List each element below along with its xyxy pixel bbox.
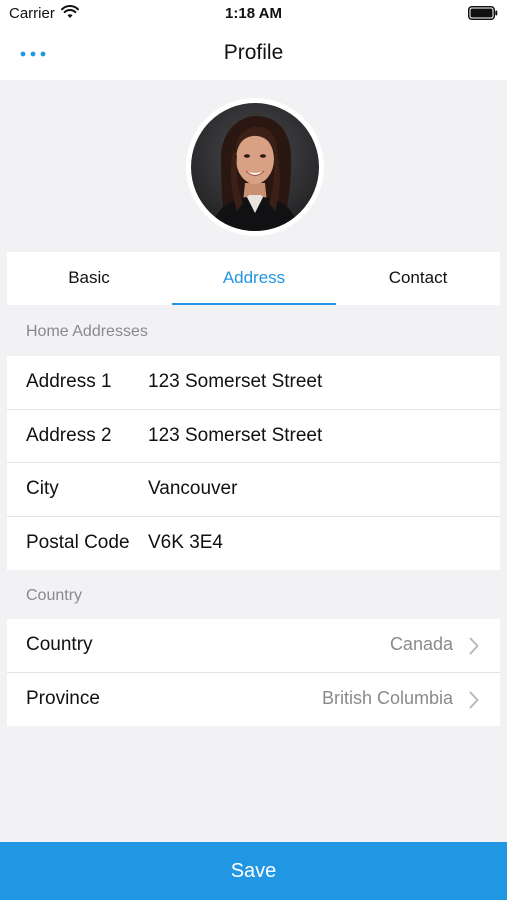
postal-code-row: Postal Code: [7, 517, 500, 571]
home-addresses-group: Address 1 Address 2 City Postal Code: [7, 356, 500, 570]
address-1-input[interactable]: [148, 371, 478, 393]
province-value: British Columbia: [321, 687, 453, 708]
tab-basic[interactable]: Basic: [7, 252, 171, 305]
chevron-right-icon: [469, 637, 479, 655]
country-label: Country: [26, 634, 93, 655]
address-1-row: Address 1: [7, 356, 500, 410]
address-2-row: Address 2: [7, 410, 500, 463]
country-value: Canada: [389, 634, 453, 654]
navigation-bar: Profile: [0, 28, 507, 80]
tab-contact[interactable]: Contact: [336, 252, 500, 305]
avatar[interactable]: [191, 103, 319, 231]
postal-code-label: Postal Code: [26, 531, 130, 553]
province-picker-row[interactable]: Province British Columbia: [7, 673, 500, 727]
save-button[interactable]: Save: [0, 842, 507, 900]
tab-address[interactable]: Address: [172, 252, 336, 305]
country-group: Country Canada Province British Columbia: [7, 619, 500, 726]
city-input[interactable]: [148, 478, 478, 500]
active-tab-indicator: [172, 303, 336, 305]
country-picker-row[interactable]: Country Canada: [7, 619, 500, 673]
section-header-country: Country: [26, 587, 83, 604]
avatar-frame: [186, 98, 324, 236]
province-label: Province: [26, 687, 100, 709]
city-row: City: [7, 463, 500, 517]
avatar-portrait-image: [191, 103, 319, 231]
address-2-input[interactable]: [148, 424, 478, 447]
page-title: Profile: [223, 41, 284, 64]
chevron-right-icon: [469, 691, 479, 708]
status-bar: Carrier 1:18 AM: [0, 0, 507, 28]
postal-code-input[interactable]: [148, 531, 478, 554]
status-time: 1:18 AM: [225, 5, 282, 22]
battery-icon: [468, 6, 498, 20]
segment-tabs: Basic Address Contact: [7, 252, 500, 305]
address-2-label: Address 2: [26, 424, 112, 446]
address-1-label: Address 1: [26, 371, 112, 392]
city-label: City: [26, 478, 59, 499]
section-header-home-addresses: Home Addresses: [26, 323, 148, 340]
